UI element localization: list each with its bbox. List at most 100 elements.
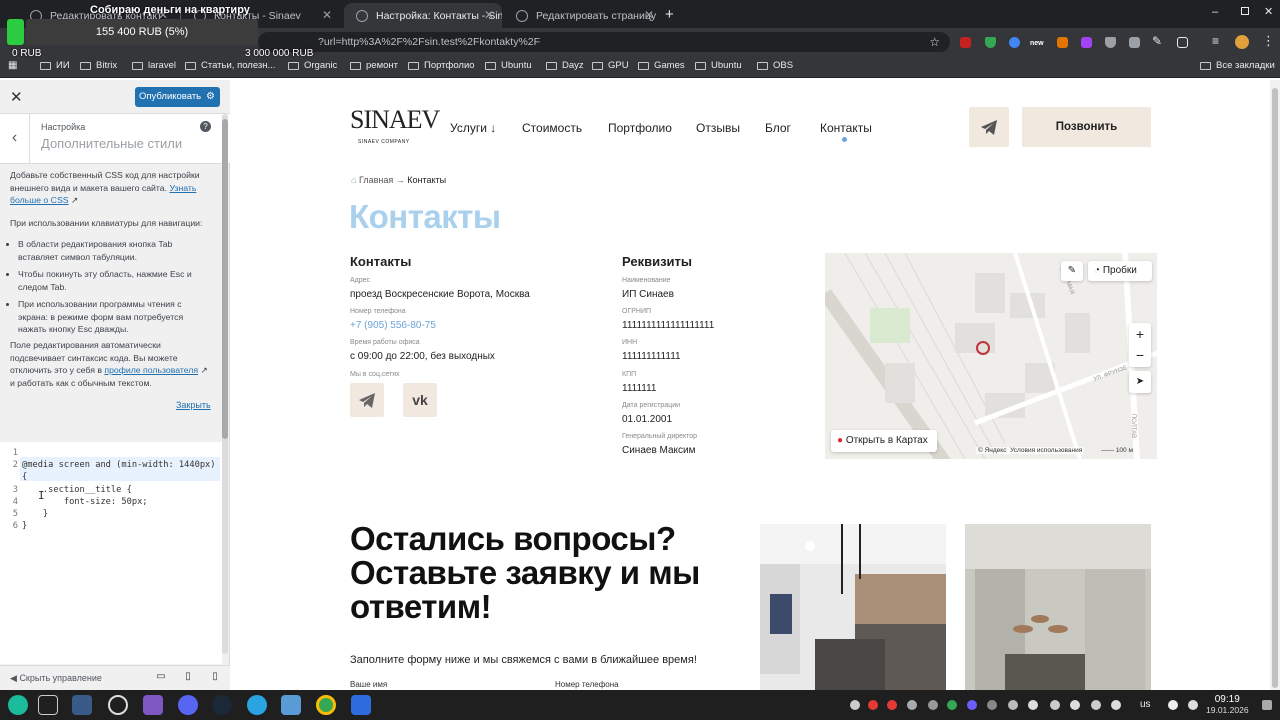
scrollbar-thumb[interactable] (1272, 88, 1278, 688)
terms-link[interactable]: Условия использования (1010, 447, 1082, 454)
tray-icon[interactable] (887, 700, 897, 710)
bookmark-folder[interactable]: Games (638, 60, 685, 71)
address-bar[interactable]: ?url=http%3A%2F%2Fsin.test%2Fkontakty%2F… (258, 32, 950, 52)
tab-2[interactable]: Настройка: Контакты - Sin ✕ (344, 3, 502, 28)
close-tab-icon[interactable]: ✕ (644, 8, 654, 22)
phone-link[interactable]: +7 (905) 556-80-75 (350, 320, 436, 331)
extension-icon[interactable] (1129, 37, 1140, 48)
desktop-preview-icon[interactable]: ▭ (155, 671, 167, 683)
sidebar-scrollbar[interactable] (222, 114, 228, 654)
app-icon[interactable] (143, 695, 163, 715)
network-icon[interactable] (1188, 700, 1198, 710)
tray-icon[interactable] (1008, 700, 1018, 710)
close-tab-icon[interactable]: ✕ (484, 8, 494, 22)
gear-icon[interactable]: ⚙ (206, 87, 215, 107)
tray-icon[interactable] (1070, 700, 1080, 710)
new-badge[interactable]: new (1030, 40, 1044, 47)
tray-icon[interactable] (850, 700, 860, 710)
queue-icon[interactable]: ≡ (1212, 34, 1219, 48)
tray-icon[interactable] (1028, 700, 1038, 710)
tablet-preview-icon[interactable]: ▯ (182, 671, 194, 683)
extension-icon[interactable] (960, 37, 971, 48)
bookmark-folder[interactable]: Портфолио (408, 60, 475, 71)
nav-services[interactable]: Услуги ↓ (450, 121, 496, 135)
close-icon[interactable]: ✕ (10, 88, 23, 106)
editor-icon[interactable] (351, 695, 371, 715)
chrome-icon[interactable] (316, 695, 336, 715)
new-tab-icon[interactable]: + (665, 6, 674, 23)
call-button[interactable]: Позвонить (1022, 107, 1151, 147)
clock[interactable]: 09:19 19.01.2026 (1206, 694, 1249, 716)
tray-icon[interactable] (987, 700, 997, 710)
steam-icon[interactable] (212, 695, 232, 715)
tray-icon[interactable] (947, 700, 957, 710)
minimize-icon[interactable]: – (1212, 6, 1218, 18)
close-tab-icon[interactable]: ✕ (322, 8, 332, 22)
bookmark-folder[interactable]: ремонт (350, 60, 398, 71)
scrollbar-thumb[interactable] (222, 119, 228, 439)
bookmark-folder[interactable]: Ubuntu (695, 60, 742, 71)
site-logo[interactable]: SINAEV SINAEV COMPANY (350, 105, 440, 145)
shield-icon[interactable] (985, 37, 996, 48)
user-profile-link[interactable]: профиле пользователя (104, 365, 198, 375)
all-bookmarks[interactable]: Все закладки (1200, 60, 1275, 71)
tray-icon[interactable] (907, 700, 917, 710)
mobile-preview-icon[interactable]: ▯ (209, 671, 221, 683)
telegram-social-button[interactable] (350, 383, 384, 417)
app-menu-icon[interactable] (8, 695, 28, 715)
nav-pricing[interactable]: Стоимость (522, 121, 582, 135)
collapse-controls-button[interactable]: ◀ Скрыть управление (10, 673, 102, 684)
extension-icon[interactable] (1009, 37, 1020, 48)
kebab-menu-icon[interactable]: ⋮ (1262, 33, 1275, 49)
preview-scrollbar[interactable] (1270, 80, 1280, 690)
extension-icon[interactable] (1057, 37, 1068, 48)
bookmark-folder[interactable]: Dayz (546, 60, 584, 71)
extension-icon[interactable] (1081, 37, 1092, 48)
tray-icon[interactable] (868, 700, 878, 710)
close-link[interactable]: Закрыть (176, 400, 211, 410)
telegram-icon[interactable] (247, 695, 267, 715)
ruler-button[interactable]: ✎ (1061, 261, 1083, 281)
traffic-button[interactable]: ◔ Пробки (1088, 261, 1152, 281)
maximize-icon[interactable] (1241, 7, 1249, 15)
zoom-in-icon[interactable]: + (1129, 323, 1151, 345)
vk-social-button[interactable]: vk (403, 383, 437, 417)
tab-3[interactable]: Редактировать страницу ✕ (504, 3, 662, 28)
files-icon[interactable] (281, 695, 301, 715)
discord-icon[interactable] (178, 695, 198, 715)
puzzle-icon[interactable] (1177, 37, 1188, 48)
back-button[interactable]: ‹ (0, 114, 30, 164)
brightness-icon[interactable] (1168, 700, 1178, 710)
nav-portfolio[interactable]: Портфолио (608, 121, 672, 135)
tray-icon[interactable] (967, 700, 977, 710)
close-window-icon[interactable]: ✕ (1264, 5, 1273, 18)
bookmark-folder[interactable]: Ubuntu (485, 60, 532, 71)
workspaces-icon[interactable] (38, 695, 58, 715)
zoom-out-icon[interactable]: − (1129, 345, 1151, 365)
close-link-text[interactable]: Закрыть (176, 400, 211, 410)
browser-app-icon[interactable] (108, 695, 128, 715)
css-code-editor[interactable]: 1 2 3 4 5 6 @media screen and (min-width… (0, 442, 222, 664)
publish-button[interactable]: Опубликовать ⚙ (135, 87, 220, 107)
bookmark-folder[interactable]: OBS (757, 60, 793, 71)
breadcrumb-home[interactable]: Главная (359, 175, 393, 185)
volume-icon[interactable] (1111, 700, 1121, 710)
tray-icon[interactable] (1050, 700, 1060, 710)
bookmark-folder[interactable]: GPU (592, 60, 629, 71)
map-copyright[interactable]: © Яндекс Условия использования (976, 447, 1085, 454)
yandex-map[interactable]: ул. 1 МАЯ УЛ. ФРУНЗЕ ПОЛТАВ ✎ ◔ Пробки +… (825, 253, 1157, 459)
tray-icon[interactable] (928, 700, 938, 710)
nav-contacts[interactable]: Контакты (820, 121, 872, 135)
terminal-icon[interactable] (72, 695, 92, 715)
open-in-maps-button[interactable]: ● Открыть в Картах (831, 430, 937, 452)
pen-icon[interactable]: ✎ (1152, 34, 1162, 48)
notifications-icon[interactable] (1262, 700, 1272, 710)
geolocation-button[interactable]: ➤ (1129, 371, 1151, 393)
avatar[interactable] (1235, 35, 1249, 49)
tray-icon[interactable] (1091, 700, 1101, 710)
help-icon[interactable]: ? (200, 121, 211, 132)
nav-blog[interactable]: Блог (765, 121, 791, 135)
shield-icon[interactable] (1105, 37, 1116, 48)
telegram-button[interactable] (969, 107, 1009, 147)
keyboard-layout[interactable]: us (1140, 699, 1151, 710)
